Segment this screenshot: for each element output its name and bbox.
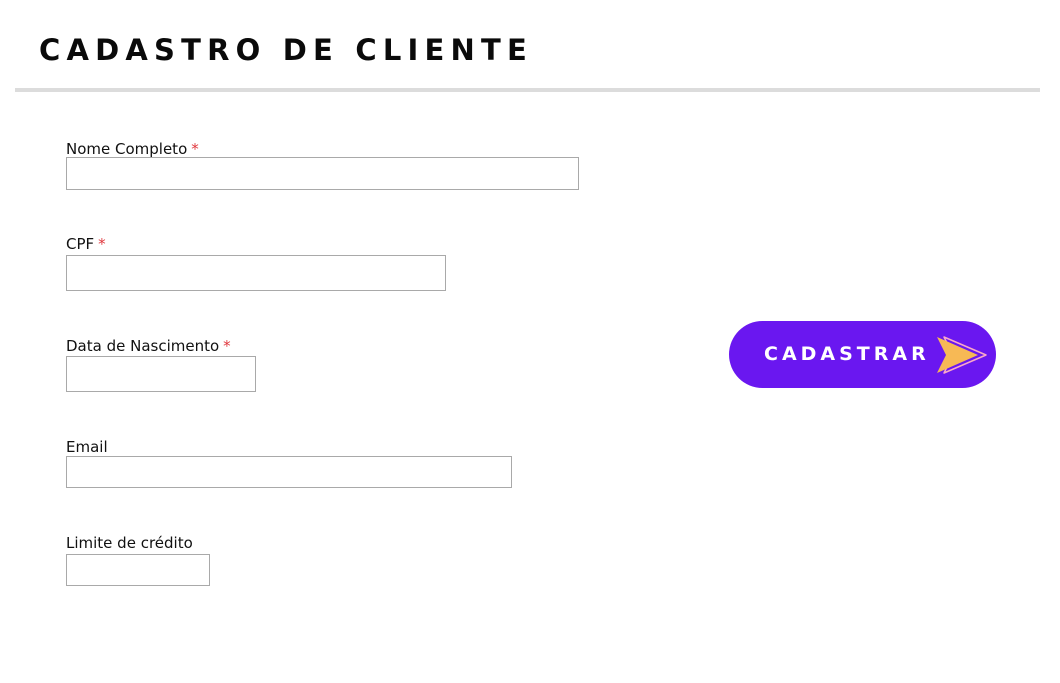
- email-label: Email: [66, 437, 108, 457]
- required-mark: *: [223, 337, 231, 355]
- required-mark: *: [98, 235, 106, 253]
- birth-date-label: Data de Nascimento *: [66, 336, 231, 356]
- email-label-text: Email: [66, 438, 108, 456]
- cpf-label-text: CPF: [66, 235, 95, 253]
- page-title: CADASTRO DE CLIENTE: [39, 33, 533, 67]
- birth-date-label-text: Data de Nascimento: [66, 337, 220, 355]
- submit-button[interactable]: CADASTRAR: [729, 321, 996, 388]
- submit-button-label: CADASTRAR: [764, 343, 930, 365]
- header-divider: [15, 88, 1040, 92]
- full-name-label-text: Nome Completo: [66, 140, 188, 158]
- required-mark: *: [191, 140, 199, 158]
- arrow-right-icon: [937, 336, 987, 374]
- birth-date-input[interactable]: [66, 356, 256, 392]
- credit-limit-label-text: Limite de crédito: [66, 534, 193, 552]
- cpf-label: CPF *: [66, 234, 106, 254]
- cpf-input[interactable]: [66, 255, 446, 291]
- full-name-input[interactable]: [66, 157, 579, 190]
- email-input[interactable]: [66, 456, 512, 488]
- credit-limit-label: Limite de crédito: [66, 533, 193, 553]
- credit-limit-input[interactable]: [66, 554, 210, 586]
- full-name-label: Nome Completo *: [66, 139, 199, 159]
